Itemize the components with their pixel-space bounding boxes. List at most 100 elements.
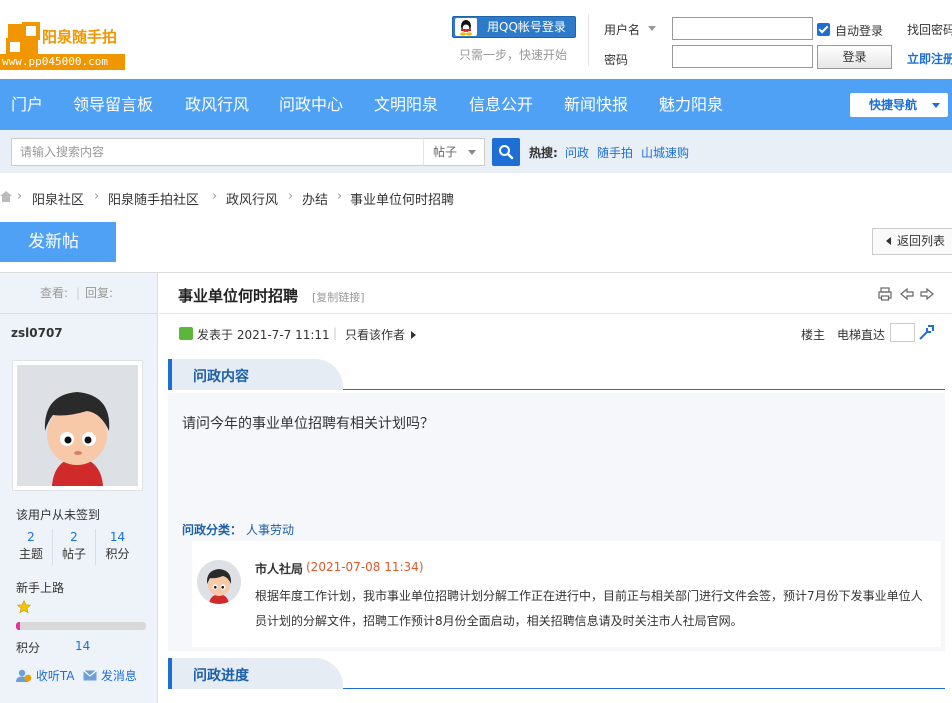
qq-hint: 只需一步，快速开始: [459, 48, 568, 62]
breadcrumb: › 阳泉社区 › 阳泉随手拍社区 › 政风行风 › 办结 › 事业单位何时招聘: [0, 186, 952, 210]
stat-posts[interactable]: 2 帖子: [53, 529, 96, 565]
username-dropdown-icon[interactable]: [648, 26, 656, 31]
stat-value: 2: [27, 530, 35, 544]
breadcrumb-separator: ›: [94, 189, 100, 204]
site-header: 阳泉随手拍 www.pp045000.com 用QQ帐号登录 只需一步，快速开始…: [0, 0, 952, 79]
nav-item-style[interactable]: 政风行风: [185, 79, 249, 130]
username-input[interactable]: [672, 17, 813, 40]
section-title: 问政进度: [193, 668, 249, 684]
qq-icon: [455, 18, 477, 36]
breadcrumb-item-current[interactable]: 事业单位何时招聘: [350, 189, 454, 208]
chevron-down-icon: [468, 150, 476, 155]
meta-divider: |: [333, 326, 338, 340]
password-input[interactable]: [672, 45, 813, 68]
stat-value: 2: [70, 530, 78, 544]
follow-link[interactable]: 收听TA: [16, 667, 74, 684]
copy-link[interactable]: [复制链接]: [312, 289, 365, 305]
hot-search-link[interactable]: 随手拍: [597, 144, 633, 161]
hot-search-link[interactable]: 问政: [565, 144, 589, 161]
breadcrumb-item[interactable]: 阳泉随手拍社区: [108, 189, 199, 208]
post-title-row: 事业单位何时招聘 [复制链接]: [159, 273, 952, 314]
back-to-list-label: 返回列表: [897, 234, 946, 248]
main-nav: 门户 领导留言板 政风行风 问政中心 文明阳泉 信息公开 新闻快报 魅力阳泉 快…: [0, 79, 952, 130]
floor-jump-icon[interactable]: [918, 323, 936, 341]
qq-login-button[interactable]: 用QQ帐号登录: [452, 16, 576, 38]
stat-score[interactable]: 14 积分: [96, 529, 139, 565]
header-divider: [588, 14, 589, 66]
question-text: 请问今年的事业单位招聘有相关计划吗？: [182, 416, 434, 432]
reply-avatar: [197, 560, 241, 604]
password-label: 密码: [604, 53, 629, 67]
nav-item-portal[interactable]: 门户: [11, 79, 43, 130]
author-stats: 2 主题 2 帖子 14 积分: [10, 529, 138, 565]
back-arrow-icon: [886, 237, 891, 245]
author-online-icon: [179, 327, 193, 340]
new-post-button[interactable]: 发新帖: [0, 222, 116, 262]
breadcrumb-item[interactable]: 办结: [302, 189, 328, 208]
username-label: 用户名: [604, 23, 641, 37]
only-author-link[interactable]: 只看该作者: [345, 326, 417, 343]
score-value: 14: [75, 639, 91, 653]
nav-item-inquiry-center[interactable]: 问政中心: [279, 79, 343, 130]
site-logo[interactable]: 阳泉随手拍 www.pp045000.com: [0, 14, 125, 72]
author-sidebar: 查看: | 回复: zsl0707 该用户从未签到 2 主题 2 帖子 14 积…: [0, 273, 158, 703]
stat-label: 帖子: [61, 547, 86, 561]
logo-text: 阳泉随手拍: [42, 28, 118, 46]
send-message-label: 发消息: [100, 669, 137, 683]
post-content: 请问今年的事业单位招聘有相关计划吗？ 问政分类： 人事劳动 市人社局 (2021…: [168, 393, 945, 651]
search-icon: [499, 145, 514, 160]
quick-nav-dropdown[interactable]: 快捷导航: [850, 93, 948, 117]
post-title: 事业单位何时招聘: [178, 287, 299, 305]
quick-nav-label: 快捷导航: [869, 98, 918, 112]
previous-thread-icon[interactable]: [899, 287, 914, 301]
posted-time: 发表于 2021-7-7 11:11: [197, 328, 330, 342]
breadcrumb-separator: ›: [288, 189, 294, 204]
breadcrumb-item[interactable]: 阳泉社区: [32, 189, 84, 208]
search-button[interactable]: [492, 138, 520, 166]
post-main: 事业单位何时招聘 [复制链接] 发表于 2021-7-7 11:11 | 只看该…: [159, 273, 952, 703]
logo-mark-icon: [6, 22, 40, 56]
mail-icon: [83, 670, 97, 681]
stat-threads[interactable]: 2 主题: [10, 529, 53, 565]
nav-item-charm[interactable]: 魅力阳泉: [659, 79, 723, 130]
follow-label: 收听TA: [35, 669, 75, 683]
breadcrumb-separator: ›: [337, 189, 343, 204]
avatar-image: [17, 365, 138, 486]
breadcrumb-item[interactable]: 政风行风: [226, 189, 278, 208]
elevator-label: 电梯直达: [837, 328, 886, 342]
floor-jump-input[interactable]: [890, 323, 915, 342]
official-reply: 市人社局 (2021-07-08 11:34) 根据年度工作计划，我市事业单位招…: [192, 541, 941, 647]
section-header-content: 问政内容: [168, 359, 945, 390]
search-type-select[interactable]: 帖子: [423, 138, 485, 166]
nav-item-public-info[interactable]: 信息公开: [469, 79, 533, 130]
nav-item-leader-board[interactable]: 领导留言板: [73, 79, 153, 130]
level-progress-bar: [16, 622, 146, 630]
section-tab: 问政进度: [168, 658, 343, 689]
hot-search-link[interactable]: 山城速购: [641, 144, 689, 161]
floor-label: 楼主: [801, 328, 826, 342]
next-thread-icon[interactable]: [920, 287, 934, 301]
nav-item-news[interactable]: 新闻快报: [564, 79, 628, 130]
send-message-link[interactable]: 发消息: [83, 667, 137, 684]
find-password-link[interactable]: 找回密码: [907, 21, 952, 38]
stats-divider: |: [76, 286, 81, 300]
print-icon[interactable]: [878, 287, 892, 301]
category-label: 问政分类：: [182, 523, 243, 537]
search-bar: 请输入搜索内容 帖子 热搜: 问政 随手拍 山城速购: [0, 130, 952, 173]
author-name[interactable]: zsl0707: [11, 326, 63, 340]
logo-url: www.pp045000.com: [0, 54, 125, 70]
back-to-list-button[interactable]: 返回列表: [872, 228, 952, 255]
avatar[interactable]: [12, 360, 143, 491]
nav-item-civilization[interactable]: 文明阳泉: [374, 79, 438, 130]
auto-login-checkbox[interactable]: [817, 23, 830, 36]
title-tools: [878, 287, 934, 304]
user-level: 新手上路: [16, 581, 65, 595]
home-icon[interactable]: [0, 191, 12, 202]
login-button[interactable]: 登录: [817, 45, 892, 69]
view-reply-stats: 查看: | 回复:: [0, 273, 157, 314]
hot-search-label: 热搜:: [529, 146, 558, 160]
auto-login-label: 自动登录: [835, 24, 884, 38]
stat-value: 14: [109, 530, 126, 544]
search-input[interactable]: 请输入搜索内容: [11, 138, 424, 166]
register-link[interactable]: 立即注册: [907, 50, 952, 67]
